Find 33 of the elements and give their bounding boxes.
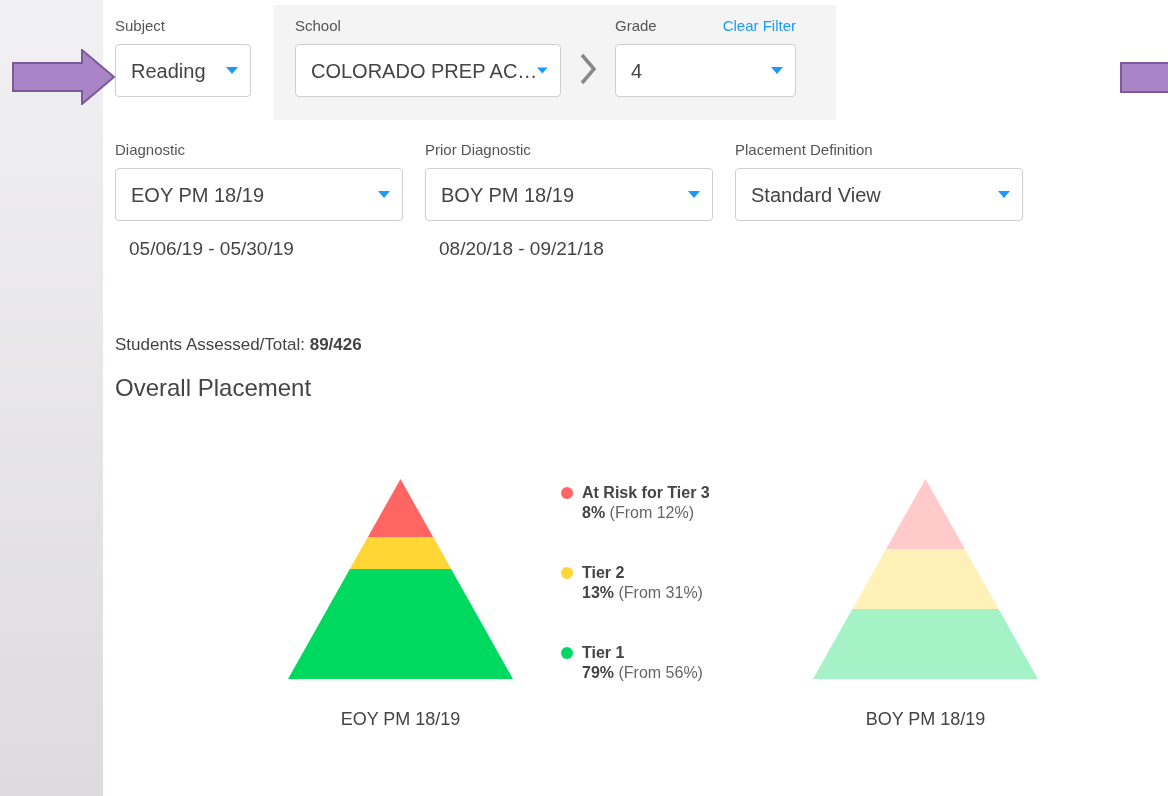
legend-value: 79% (From 56%) xyxy=(582,663,703,683)
students-assessed-text: Students Assessed/Total: 89/426 xyxy=(114,335,363,355)
legend-value: 8% (From 12%) xyxy=(582,503,696,523)
legend-label: Tier 1 xyxy=(582,643,626,663)
field-label: Placement Definition xyxy=(735,141,874,159)
field-label: Prior Diagnostic xyxy=(425,141,532,159)
caret-icon xyxy=(998,191,1010,198)
field-label: Diagnostic xyxy=(115,141,187,159)
date-range: 08/20/18 - 09/21/18 xyxy=(438,239,605,259)
field-label: Grade xyxy=(615,17,657,35)
chart-caption: EOY PM 18/19 xyxy=(340,708,461,730)
dropdown[interactable]: Standard View xyxy=(735,168,1023,221)
caret-icon xyxy=(688,191,700,198)
legend-value: 13% (From 31%) xyxy=(582,583,703,603)
caret-icon xyxy=(226,67,238,74)
dropdown[interactable]: 4 xyxy=(615,44,796,97)
arrow-icon xyxy=(1120,62,1168,93)
arrow-icon xyxy=(12,49,116,105)
chevron-right-icon xyxy=(579,53,597,85)
legend-label: At Risk for Tier 3 xyxy=(582,483,710,503)
chart-caption: BOY PM 18/19 xyxy=(865,708,986,730)
field-label: School xyxy=(295,17,342,35)
dropdown[interactable]: BOY PM 18/19 xyxy=(425,168,713,221)
dropdown[interactable]: Reading xyxy=(115,44,251,97)
legend-label: Tier 2 xyxy=(582,563,626,583)
caret-icon xyxy=(771,67,783,74)
date-range: 05/06/19 - 05/30/19 xyxy=(128,239,295,259)
caret-icon xyxy=(537,67,548,74)
field-label: Subject xyxy=(115,17,167,35)
section-title: Overall Placement xyxy=(114,373,313,403)
dropdown[interactable]: COLORADO PREP AC… xyxy=(295,44,561,97)
caret-icon xyxy=(378,191,390,198)
dropdown[interactable]: EOY PM 18/19 xyxy=(115,168,403,221)
